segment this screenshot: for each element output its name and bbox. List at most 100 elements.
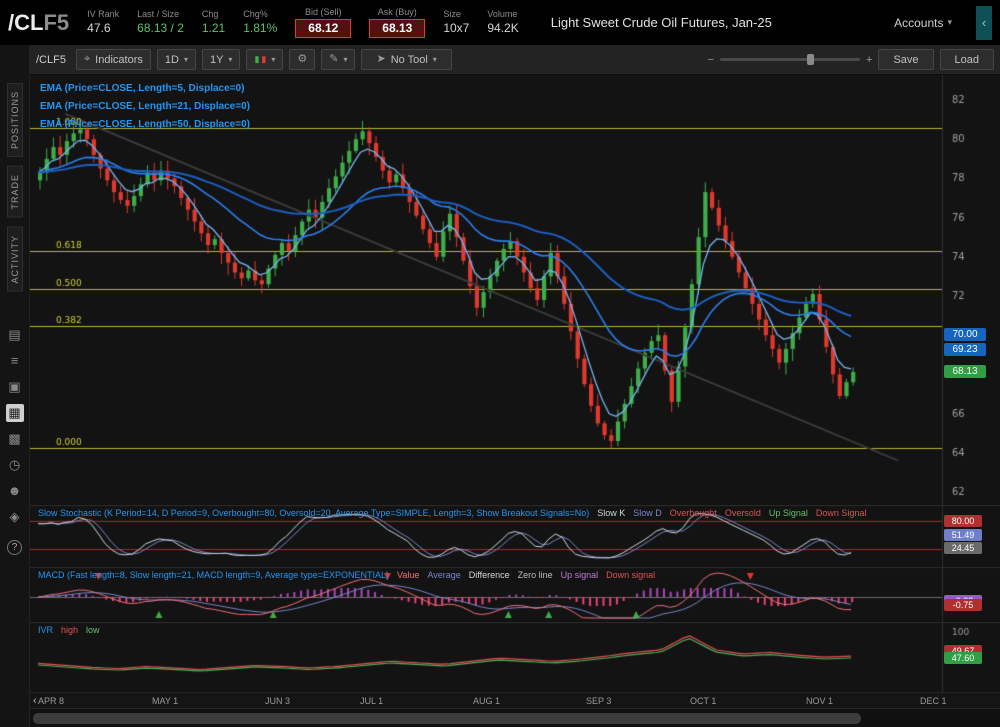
chg-value: 1.21 [202, 21, 225, 36]
ask-button[interactable]: 68.13 [369, 19, 425, 38]
stochastic-study-label[interactable]: Slow Stochastic (K Period=14, D Period=9… [38, 508, 993, 518]
axis-value-bubble: 51.49 [944, 529, 982, 541]
chg-label: Chg [202, 9, 219, 20]
charts-icon[interactable]: ▦ [6, 404, 24, 422]
study-label-part: Slow K [597, 508, 625, 518]
zoom-control: − + [708, 54, 873, 66]
iv-rank-stat: IV Rank 47.6 [87, 9, 119, 35]
sidebar-icon-list: ▤ ≡ ▣ ▦ ▩ ◷ ☻ ◈ [6, 326, 24, 526]
chg-stat: Chg 1.21 [202, 9, 225, 35]
range-dropdown[interactable]: 1Y ▾ [202, 49, 240, 70]
study-label-part: high [61, 625, 78, 635]
price-chart-panel: EMA (Price=CLOSE, Length=5, Displace=0) … [30, 75, 1000, 505]
candle-chart-icon: ▮ [261, 54, 266, 65]
indicators-button-label: Indicators [95, 54, 143, 66]
axis-value-bubble: 69.23 [944, 343, 986, 356]
volume-stat: Volume 94.2K [487, 9, 518, 35]
zoom-out-button[interactable]: − [708, 54, 714, 66]
zoom-slider-thumb[interactable] [807, 54, 814, 65]
macd-panel: MACD (Fast length=8, Slow length=21, MAC… [30, 567, 1000, 622]
time-axis-label: JUN 3 [265, 696, 290, 706]
range-value: 1Y [210, 54, 223, 66]
volume-value: 94.2K [487, 21, 518, 36]
tag-icon[interactable]: ◈ [6, 508, 24, 526]
clock-icon[interactable]: ◷ [6, 456, 24, 474]
last-size-label: Last / Size [137, 9, 179, 20]
accounts-label: Accounts [894, 16, 943, 30]
load-button[interactable]: Load [940, 49, 994, 70]
volume-label: Volume [487, 9, 517, 20]
price-chart-canvas[interactable] [30, 75, 1000, 505]
study-label-part: MACD (Fast length=8, Slow length=21, MAC… [38, 570, 389, 580]
gear-icon: ⚙ [297, 54, 307, 65]
active-tool-value: No Tool [391, 54, 428, 66]
study-label-part: Down Signal [816, 508, 867, 518]
ask-stat: Ask (Buy) 68.13 [369, 7, 425, 38]
caret-down-icon: ▾ [271, 55, 275, 64]
sidebar-tab-trade[interactable]: TRADE [7, 166, 23, 218]
macd-study-label[interactable]: MACD (Fast length=8, Slow length=21, MAC… [38, 570, 993, 580]
study-label-part: Zero line [518, 570, 553, 580]
study-label-part: Slow Stochastic (K Period=14, D Period=9… [38, 508, 589, 518]
study-label-part: Up signal [561, 570, 599, 580]
study-label-part: Value [397, 570, 419, 580]
watchlist-icon[interactable]: ≡ [6, 352, 24, 370]
ema-study-label[interactable]: EMA (Price=CLOSE, Length=5, Displace=0) [40, 80, 250, 98]
bid-label: Bid (Sell) [305, 7, 342, 18]
study-label-part: low [86, 625, 100, 635]
zoom-slider[interactable] [720, 58, 860, 61]
study-label-part: Oversold [725, 508, 761, 518]
study-label-part: Down signal [606, 570, 655, 580]
axis-value-bubble: 47.60 [944, 652, 982, 664]
box-icon[interactable]: ▣ [6, 378, 24, 396]
caret-down-icon: ▾ [947, 17, 952, 28]
zoom-in-button[interactable]: + [866, 54, 872, 66]
chg-pct-label: Chg% [243, 9, 268, 20]
help-icon[interactable]: ? [7, 540, 22, 555]
drawing-set-dropdown[interactable]: ✎ ▾ [321, 49, 355, 70]
ema-label-stack: EMA (Price=CLOSE, Length=5, Displace=0) … [40, 80, 250, 134]
instrument-title: Light Sweet Crude Oil Futures, Jan-25 [551, 15, 876, 30]
sidebar-tab-activity[interactable]: ACTIVITY [7, 227, 23, 292]
toolbar-symbol-field[interactable]: /CLF5 [36, 54, 66, 66]
bid-button[interactable]: 68.12 [295, 19, 351, 38]
monitor-icon[interactable]: ▤ [6, 326, 24, 344]
chart-toolbar: /CLF5 ⌖ Indicators 1D ▾ 1Y ▾ ▮ ▮ ▾ [30, 45, 1000, 75]
bid-stat: Bid (Sell) 68.12 [295, 7, 351, 38]
cursor-icon: ➤ [376, 54, 385, 65]
timeline-scroll-left[interactable]: ‹ [33, 695, 37, 707]
caret-down-icon: ▾ [184, 55, 188, 64]
ema-study-label[interactable]: EMA (Price=CLOSE, Length=21, Displace=0) [40, 98, 250, 116]
scrollbar-thumb[interactable] [33, 713, 861, 724]
aggregation-dropdown[interactable]: 1D ▾ [157, 49, 196, 70]
contacts-icon[interactable]: ☻ [6, 482, 24, 500]
time-axis-label: NOV 1 [806, 696, 833, 706]
indicators-button[interactable]: ⌖ Indicators [76, 49, 151, 70]
ema-study-label[interactable]: EMA (Price=CLOSE, Length=50, Displace=0) [40, 116, 250, 134]
size-value: 10x7 [443, 21, 469, 36]
symbol-suffix: F5 [43, 10, 69, 36]
grid-icon[interactable]: ▩ [6, 430, 24, 448]
active-tool-dropdown[interactable]: ➤ No Tool ▾ [361, 49, 451, 70]
caret-down-icon: ▾ [343, 55, 347, 64]
candle-chart-icon: ▮ [254, 54, 259, 65]
accounts-menu[interactable]: Accounts ▾ [894, 16, 952, 30]
time-axis-label: SEP 3 [586, 696, 611, 706]
ivr-study-label[interactable]: IVRhighlow [38, 625, 993, 635]
size-label: Size [443, 9, 461, 20]
chg-pct-value: 1.81% [243, 21, 277, 36]
pencil-icon: ✎ [329, 54, 338, 65]
axis-value-bubble: 68.13 [944, 365, 986, 378]
caret-down-icon: ▾ [433, 55, 437, 64]
chart-scrollbar[interactable] [30, 708, 1000, 727]
collapse-panel-button[interactable]: ‹ [976, 6, 992, 40]
last-size-stat: Last / Size 68.13 / 2 [137, 9, 184, 35]
ask-label: Ask (Buy) [378, 7, 417, 18]
time-axis-label: JUL 1 [360, 696, 383, 706]
chart-style-dropdown[interactable]: ▮ ▮ ▾ [246, 49, 283, 70]
chart-settings-button[interactable]: ⚙ [289, 49, 315, 70]
sidebar-tab-positions[interactable]: POSITIONS [7, 83, 23, 157]
symbol-display[interactable]: /CL F5 [8, 10, 69, 36]
size-stat: Size 10x7 [443, 9, 469, 35]
save-button[interactable]: Save [878, 49, 933, 70]
